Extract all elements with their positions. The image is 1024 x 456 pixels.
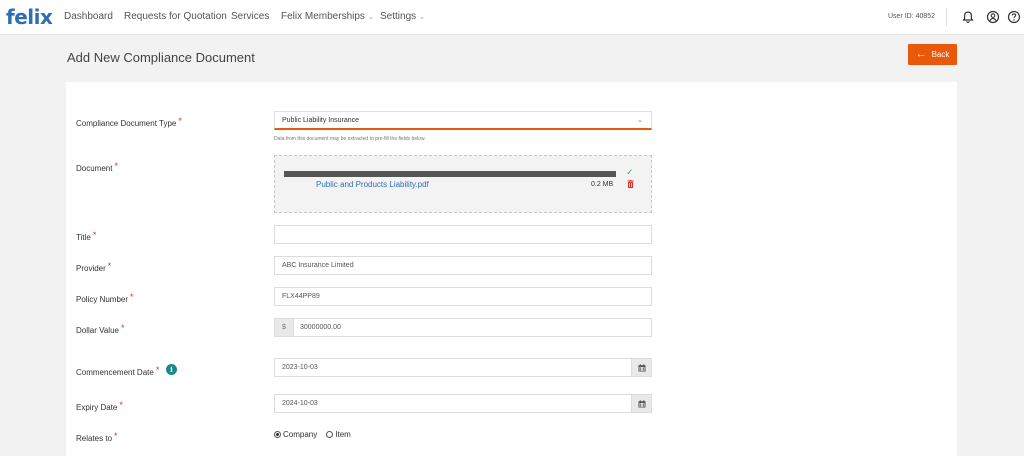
expiry-date-input[interactable]: 2024-10-03 (274, 394, 652, 413)
expiry-date-value: 2024-10-03 (282, 400, 318, 407)
doc-type-label-text: Compliance Document Type (76, 119, 177, 128)
check-icon: ✓ (626, 167, 634, 177)
required-asterisk: * (120, 323, 125, 333)
page-title: Add New Compliance Document (67, 50, 255, 65)
calendar-icon (638, 363, 645, 371)
relates-to-label-text: Relates to (76, 434, 113, 443)
relates-to-radio-group: Company Item (274, 430, 360, 439)
radio-item[interactable] (326, 431, 334, 438)
document-label-text: Document (76, 164, 113, 173)
provider-label: Provider * (76, 261, 111, 273)
nav-services[interactable]: Services (231, 11, 269, 22)
dollar-prefix: $ (275, 319, 294, 336)
nav-requests-label: Requests for Quotation (124, 11, 227, 22)
required-asterisk: * (155, 365, 160, 375)
info-icon[interactable]: i (166, 364, 177, 375)
commencement-date-label: Commencement Date * (76, 365, 159, 377)
doc-type-label: Compliance Document Type * (76, 116, 182, 128)
nav-dashboard[interactable]: Dashboard (64, 11, 113, 22)
commencement-date-value: 2023-10-03 (282, 364, 318, 371)
required-asterisk: * (119, 400, 123, 410)
relates-to-label: Relates to * (76, 431, 118, 443)
nav-felix-memberships[interactable]: Felix Memberships ⌄ (281, 11, 374, 22)
back-button[interactable]: ← Back (908, 44, 957, 65)
arrow-left-icon: ← (915, 48, 927, 60)
dollar-value-input[interactable]: $ 30000000.00 (274, 318, 652, 337)
required-asterisk: * (107, 261, 112, 271)
calendar-button[interactable] (631, 359, 651, 376)
required-asterisk: * (92, 230, 97, 240)
title-input[interactable] (274, 225, 652, 244)
nav-requests-for-quotation[interactable]: Requests for Quotation (124, 11, 227, 22)
policy-number-value: FLX44PP89 (282, 293, 320, 300)
nav-divider (946, 8, 947, 26)
user-id: User ID: 40852 (888, 13, 936, 20)
chevron-down-icon: ⌄ (419, 14, 426, 21)
nav-memberships-label: Felix Memberships (281, 11, 365, 22)
chevron-down-icon: ⌄ (637, 117, 643, 124)
help-icon[interactable] (1007, 10, 1021, 24)
commencement-date-input[interactable]: 2023-10-03 (274, 358, 652, 377)
chevron-down-icon: ⌄ (367, 14, 374, 21)
dollar-value-label-text: Dollar Value (76, 326, 119, 335)
felix-logo[interactable]: felix (6, 5, 53, 29)
nav-dashboard-label: Dashboard (64, 11, 113, 22)
calendar-button[interactable] (631, 395, 651, 412)
required-asterisk: * (178, 116, 182, 126)
policy-number-input[interactable]: FLX44PP89 (274, 287, 652, 306)
document-dropzone[interactable]: Public and Products Liability.pdf 0.2 MB… (274, 155, 652, 213)
expiry-date-label: Expiry Date * (76, 400, 123, 412)
uploaded-file-link[interactable]: Public and Products Liability.pdf (316, 180, 429, 189)
top-nav: felix Dashboard Requests for Quotation S… (0, 0, 1024, 35)
required-asterisk: * (114, 161, 118, 171)
provider-value: ABC Insurance Limited (282, 262, 354, 269)
radio-item-label[interactable]: Item (335, 430, 351, 439)
policy-number-label-text: Policy Number (76, 295, 129, 304)
nav-settings[interactable]: Settings ⌄ (380, 11, 425, 22)
file-size: 0.2 MB (591, 181, 614, 188)
radio-company-label[interactable]: Company (283, 430, 317, 439)
doc-type-value: Public Liability Insurance (282, 116, 360, 124)
radio-company[interactable] (274, 431, 281, 438)
expiry-date-label-text: Expiry Date (76, 403, 118, 412)
bell-icon[interactable] (961, 10, 975, 24)
required-asterisk: * (130, 292, 134, 302)
dollar-value: 30000000.00 (300, 324, 341, 331)
title-label: Title * (76, 230, 96, 242)
policy-number-label: Policy Number * (76, 292, 134, 304)
document-label: Document * (76, 161, 118, 173)
title-label-text: Title (76, 233, 91, 242)
calendar-icon (638, 399, 645, 407)
provider-input[interactable]: ABC Insurance Limited (274, 256, 652, 275)
commencement-date-label-text: Commencement Date (76, 368, 154, 377)
back-button-label: Back (931, 50, 950, 59)
nav-services-label: Services (231, 11, 270, 22)
user-icon[interactable] (986, 10, 1000, 24)
nav-settings-label: Settings (380, 11, 417, 22)
dollar-value-label: Dollar Value * (76, 323, 125, 335)
doc-type-hint: Data from this document may be extracted… (274, 136, 426, 142)
trash-icon[interactable] (627, 180, 634, 188)
upload-progress-bar (284, 171, 616, 177)
provider-label-text: Provider (76, 264, 106, 273)
required-asterisk: * (114, 431, 118, 441)
doc-type-select[interactable]: Public Liability Insurance ⌄ (274, 111, 652, 130)
